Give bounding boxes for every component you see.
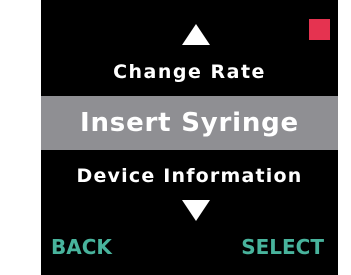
scroll-down-arrow-icon[interactable] [182, 200, 210, 221]
menu-item-change-rate[interactable]: Change Rate [41, 56, 338, 88]
select-softkey[interactable]: SELECT [241, 233, 324, 261]
device-screen: Change Rate Insert Syringe Device Inform… [41, 0, 338, 275]
menu-item-insert-syringe-selected[interactable]: Insert Syringe [41, 96, 338, 150]
scroll-up-arrow-icon[interactable] [182, 24, 210, 45]
status-indicator-icon [309, 19, 330, 40]
back-softkey[interactable]: BACK [51, 233, 112, 261]
menu-item-device-information[interactable]: Device Information [41, 160, 338, 192]
